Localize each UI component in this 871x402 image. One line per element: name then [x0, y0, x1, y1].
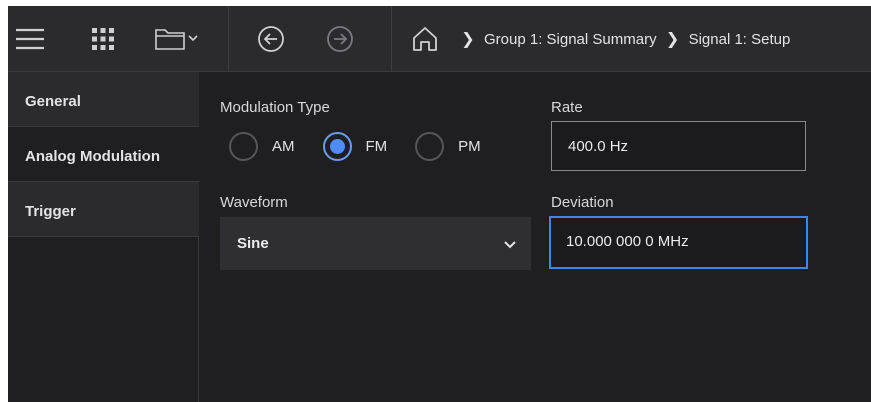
nav-item-label: Trigger — [25, 203, 76, 220]
modulation-type-radio-group: AM FM PM — [229, 132, 509, 161]
home-icon[interactable] — [405, 19, 445, 59]
menu-icon[interactable] — [10, 19, 50, 59]
nav-item-analog-modulation[interactable]: Analog Modulation — [8, 127, 200, 182]
waveform-label: Waveform — [220, 194, 288, 211]
nav-item-label: General — [25, 93, 81, 110]
app-window: ❯ Group 1: Signal Summary ❯ Signal 1: Se… — [8, 6, 871, 402]
chevron-right-icon: ❯ — [665, 31, 680, 48]
deviation-label: Deviation — [551, 194, 614, 211]
breadcrumb: ❯ Group 1: Signal Summary ❯ Signal 1: Se… — [458, 28, 796, 50]
breadcrumb-item-signal[interactable]: Signal 1: Setup — [689, 31, 791, 48]
breadcrumb-item-group[interactable]: Group 1: Signal Summary — [484, 31, 657, 48]
waveform-value: Sine — [237, 235, 269, 252]
radio-am[interactable] — [229, 132, 258, 161]
nav-item-trigger[interactable]: Trigger — [8, 182, 199, 237]
radio-fm[interactable] — [322, 132, 352, 161]
nav-item-general[interactable]: General — [8, 72, 199, 127]
rate-input[interactable]: 400.0 Hz — [551, 121, 806, 171]
apps-grid-icon[interactable] — [83, 19, 123, 59]
nav-item-label: Analog Modulation — [25, 148, 160, 165]
forward-icon[interactable] — [320, 19, 360, 59]
side-nav: General Analog Modulation Trigger — [8, 72, 200, 402]
radio-pm[interactable] — [415, 132, 445, 161]
toolbar-separator — [391, 6, 392, 72]
radio-pm-label[interactable]: PM — [458, 138, 481, 155]
chevron-right-icon: ❯ — [461, 31, 475, 48]
rate-label: Rate — [551, 99, 583, 116]
toolbar: ❯ Group 1: Signal Summary ❯ Signal 1: Se… — [8, 6, 871, 72]
chevron-down-icon — [503, 237, 517, 254]
radio-am-label[interactable]: AM — [272, 138, 295, 155]
back-icon[interactable] — [251, 19, 291, 59]
toolbar-separator — [228, 6, 229, 72]
deviation-input[interactable]: 10.000 000 0 MHz — [549, 216, 808, 269]
folder-icon[interactable] — [148, 19, 206, 59]
waveform-select[interactable]: Sine — [220, 217, 531, 270]
radio-fm-label[interactable]: FM — [366, 138, 388, 155]
modulation-type-label: Modulation Type — [220, 99, 330, 116]
